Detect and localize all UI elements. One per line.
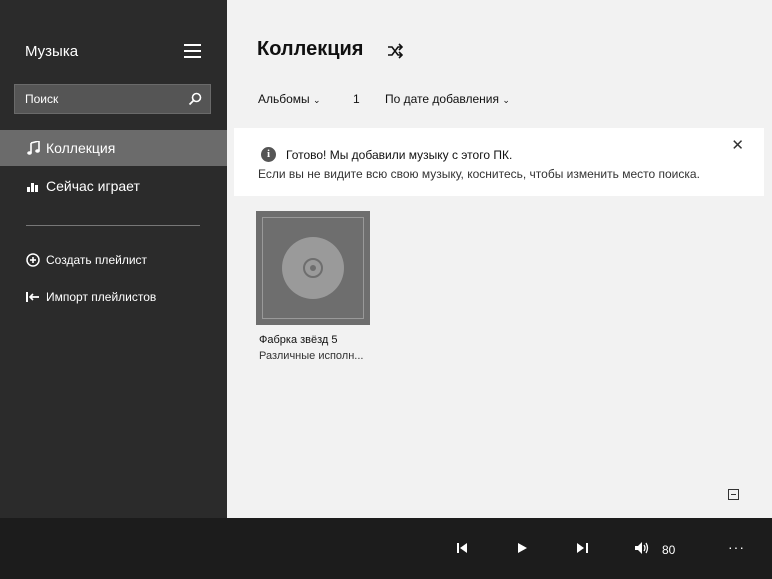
- volume-icon[interactable]: [634, 541, 650, 555]
- notification-title: Готово! Мы добавили музыку с этого ПК.: [286, 148, 513, 162]
- plus-circle-icon: [26, 253, 40, 267]
- equalizer-icon: [26, 179, 40, 193]
- create-playlist-button[interactable]: Создать плейлист: [26, 253, 147, 267]
- info-icon: i: [261, 147, 276, 162]
- create-playlist-label: Создать плейлист: [46, 253, 148, 267]
- sidebar-divider: [26, 225, 200, 226]
- sidebar-item-collection[interactable]: Коллекция: [0, 130, 227, 166]
- chevron-down-icon: ⌄: [502, 95, 510, 105]
- hamburger-menu-icon[interactable]: [184, 44, 201, 59]
- volume-level: 80: [662, 543, 676, 557]
- more-options-icon[interactable]: ···: [728, 539, 745, 555]
- view-filter-dropdown[interactable]: Альбомы ⌄: [258, 92, 321, 106]
- sort-dropdown[interactable]: По дате добавления ⌄: [385, 92, 510, 106]
- previous-icon[interactable]: [454, 541, 470, 555]
- search-box: [14, 84, 211, 114]
- import-playlists-button[interactable]: Импорт плейлистов: [26, 290, 156, 304]
- sidebar-item-label: Сейчас играет: [46, 178, 140, 194]
- search-input[interactable]: [25, 85, 185, 113]
- chevron-down-icon: ⌄: [313, 95, 321, 105]
- view-filter-label: Альбомы: [258, 92, 310, 106]
- main-content: Коллекция Альбомы ⌄ 1 По дате добавления…: [227, 0, 772, 518]
- sort-label: По дате добавления: [385, 92, 499, 106]
- sidebar-item-label: Коллекция: [46, 140, 116, 156]
- music-note-icon: [26, 141, 40, 155]
- app-title: Музыка: [25, 43, 79, 60]
- next-icon[interactable]: [574, 541, 590, 555]
- play-icon[interactable]: [514, 541, 530, 555]
- page-title: Коллекция: [257, 38, 364, 60]
- mini-player-icon[interactable]: [728, 489, 739, 500]
- notification-banner: i Готово! Мы добавили музыку с этого ПК.…: [234, 128, 764, 196]
- import-playlists-label: Импорт плейлистов: [46, 290, 157, 304]
- notification-body[interactable]: Если вы не видите всю свою музыку, косни…: [258, 167, 700, 181]
- player-bar: 80 ···: [0, 518, 772, 579]
- album-tile[interactable]: Фабрка звёзд 5 Различные исполн...: [256, 211, 370, 362]
- search-icon[interactable]: [188, 92, 202, 106]
- album-title: Фабрка звёзд 5: [259, 334, 338, 346]
- album-artist: Различные исполн...: [259, 350, 364, 362]
- sidebar-item-now-playing[interactable]: Сейчас играет: [0, 168, 227, 204]
- import-icon: [26, 290, 40, 304]
- shuffle-icon[interactable]: [387, 43, 403, 59]
- sidebar: Музыка Коллекция Сейчас играет Создать п…: [0, 0, 227, 518]
- album-cover: [256, 211, 370, 325]
- close-icon[interactable]: ✕: [731, 136, 744, 154]
- album-count: 1: [353, 92, 360, 106]
